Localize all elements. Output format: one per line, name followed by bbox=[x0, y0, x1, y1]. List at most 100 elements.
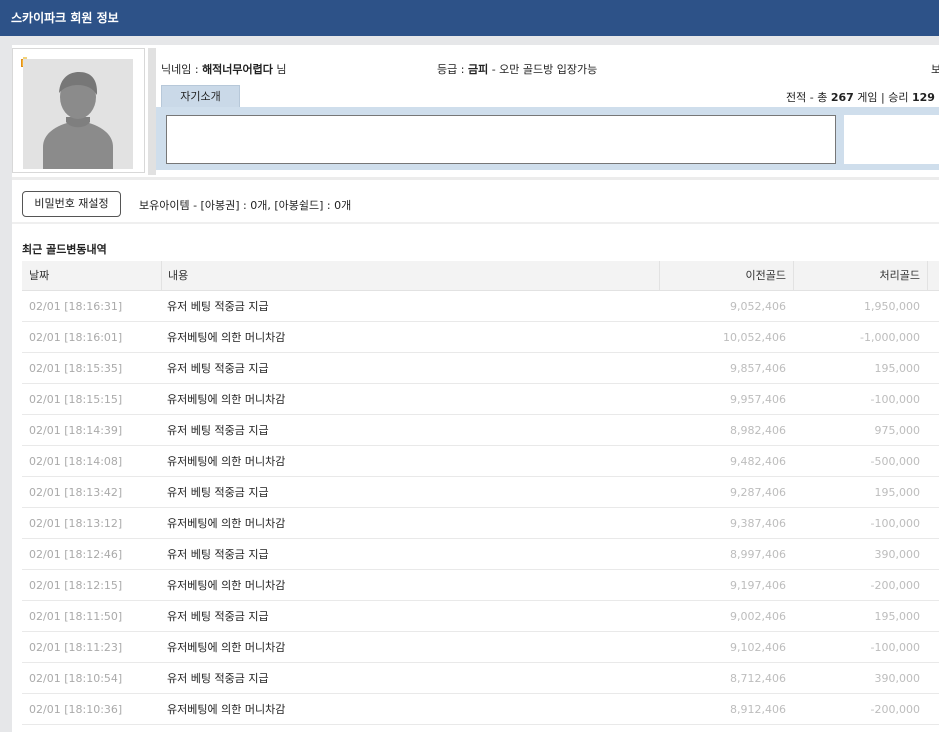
processed-gold-cell: -500,000 bbox=[870, 455, 920, 468]
profile-divider bbox=[12, 177, 939, 180]
gold-history-title: 최근 골드변동내역 bbox=[22, 243, 107, 256]
date-cell: 02/01 [18:11:50] bbox=[29, 610, 123, 623]
previous-gold-cell: 9,052,406 bbox=[730, 300, 786, 313]
processed-gold-cell: 195,000 bbox=[874, 486, 921, 499]
content-cell: 유저 베팅 적중금 지급 bbox=[167, 300, 269, 313]
date-cell: 02/01 [18:11:23] bbox=[29, 641, 123, 654]
date-cell: 02/01 [18:15:35] bbox=[29, 362, 123, 375]
date-cell: 02/01 [18:16:31] bbox=[29, 300, 123, 313]
total-games-value: 267 bbox=[830, 91, 854, 104]
table-row: 02/01 [18:15:35] 유저 베팅 적중금 지급 9,857,406 … bbox=[22, 353, 939, 384]
avatar bbox=[23, 59, 133, 169]
previous-gold-cell: 9,482,406 bbox=[730, 455, 786, 468]
processed-gold-cell: 975,000 bbox=[874, 424, 921, 437]
grade-description: - 오만 골드방 입장가능 bbox=[488, 63, 598, 76]
table-row: 02/01 [18:11:50] 유저 베팅 적중금 지급 9,002,406 … bbox=[22, 601, 939, 632]
date-cell: 02/01 [18:15:15] bbox=[29, 393, 123, 406]
table-row: 02/01 [18:11:23] 유저베팅에 의한 머니차감 9,102,406… bbox=[22, 632, 939, 663]
record-prefix: 전적 - 총 bbox=[786, 91, 831, 104]
column-header-content: 내용 bbox=[161, 261, 659, 291]
content-cell: 유저베팅에 의한 머니차감 bbox=[167, 579, 286, 592]
top-header-bar: 스카이파크 회원 정보 bbox=[0, 0, 939, 36]
record-middle: 게임 | 승리 bbox=[853, 91, 912, 104]
processed-gold-cell: -100,000 bbox=[870, 393, 920, 406]
wins-value: 129 bbox=[911, 91, 935, 104]
date-cell: 02/01 [18:14:08] bbox=[29, 455, 123, 468]
previous-gold-cell: 9,957,406 bbox=[730, 393, 786, 406]
previous-gold-cell: 8,997,406 bbox=[730, 548, 786, 561]
date-cell: 02/01 [18:13:42] bbox=[29, 486, 123, 499]
table-header-row: 날짜 내용 이전골드 처리골드 bbox=[22, 261, 939, 291]
processed-gold-cell: -200,000 bbox=[870, 579, 920, 592]
date-cell: 02/01 [18:12:46] bbox=[29, 548, 123, 561]
nickname-suffix: 님 bbox=[272, 63, 287, 76]
truncated-right-label: 보 bbox=[931, 63, 939, 76]
processed-gold-cell: 390,000 bbox=[874, 548, 921, 561]
previous-gold-cell: 8,982,406 bbox=[730, 424, 786, 437]
content-cell: 유저 베팅 적중금 지급 bbox=[167, 362, 269, 375]
table-row: 02/01 [18:10:36] 유저베팅에 의한 머니차감 8,912,406… bbox=[22, 694, 939, 725]
profile-tab-row: 자기소개 전적 - 총 267 게임 | 승리 129 bbox=[161, 85, 939, 108]
default-user-avatar-icon bbox=[23, 59, 133, 169]
table-row: 02/01 [18:12:46] 유저 베팅 적중금 지급 8,997,406 … bbox=[22, 539, 939, 570]
column-header-previous-gold: 이전골드 bbox=[659, 261, 793, 291]
date-cell: 02/01 [18:10:36] bbox=[29, 703, 123, 716]
page-title: 스카이파크 회원 정보 bbox=[11, 11, 119, 25]
table-row: 02/01 [18:15:15] 유저베팅에 의한 머니차감 9,957,406… bbox=[22, 384, 939, 415]
column-header-date: 날짜 bbox=[29, 269, 50, 282]
tab-self-introduction[interactable]: 자기소개 bbox=[161, 85, 240, 108]
content-cell: 유저베팅에 의한 머니차감 bbox=[167, 641, 286, 654]
section-divider bbox=[12, 222, 939, 224]
previous-gold-cell: 9,857,406 bbox=[730, 362, 786, 375]
content-cell: 유저 베팅 적중금 지급 bbox=[167, 424, 269, 437]
avatar-card bbox=[12, 48, 145, 173]
processed-gold-cell: -1,000,000 bbox=[860, 331, 920, 344]
date-cell: 02/01 [18:12:15] bbox=[29, 579, 123, 592]
nickname-text: 닉네임 : 해적너무어렵다 님 bbox=[161, 61, 287, 77]
nickname-value: 해적너무어렵다 bbox=[202, 63, 273, 76]
profile-details: 닉네임 : 해적너무어렵다 님 등급 : 금피 - 오만 골드방 입장가능 보 … bbox=[148, 48, 939, 175]
processed-gold-cell: 390,000 bbox=[874, 672, 921, 685]
content-cell: 유저베팅에 의한 머니차감 bbox=[167, 393, 286, 406]
table-row: 02/01 [18:14:08] 유저베팅에 의한 머니차감 9,482,406… bbox=[22, 446, 939, 477]
previous-gold-cell: 8,912,406 bbox=[730, 703, 786, 716]
previous-gold-cell: 9,102,406 bbox=[730, 641, 786, 654]
previous-gold-cell: 9,387,406 bbox=[730, 517, 786, 530]
account-action-row: 비밀번호 재설정 보유아이템 - [아봉권] : 0개, [아봉쉴드] : 0개 bbox=[12, 188, 939, 222]
content-cell: 유저 베팅 적중금 지급 bbox=[167, 548, 269, 561]
content-cell: 유저 베팅 적중금 지급 bbox=[167, 610, 269, 623]
content-cell: 유저베팅에 의한 머니차감 bbox=[167, 331, 286, 344]
owned-items-text: 보유아이템 - [아봉권] : 0개, [아봉쉴드] : 0개 bbox=[139, 199, 352, 212]
processed-gold-cell: 1,950,000 bbox=[864, 300, 920, 313]
content-cell: 유저베팅에 의한 머니차감 bbox=[167, 455, 286, 468]
table-row: 02/01 [18:13:12] 유저베팅에 의한 머니차감 9,387,406… bbox=[22, 508, 939, 539]
processed-gold-cell: 195,000 bbox=[874, 362, 921, 375]
game-record-summary: 전적 - 총 267 게임 | 승리 129 bbox=[786, 89, 935, 105]
profile-left-separator bbox=[148, 48, 156, 175]
previous-gold-cell: 9,287,406 bbox=[730, 486, 786, 499]
self-introduction-panel bbox=[156, 107, 939, 170]
column-header-processed-gold: 처리골드 bbox=[793, 261, 927, 291]
column-header-extra bbox=[927, 261, 939, 291]
content-cell: 유저베팅에 의한 머니차감 bbox=[167, 517, 286, 530]
nickname-label: 닉네임 : bbox=[161, 63, 203, 76]
grade-text: 등급 : 금피 - 오만 골드방 입장가능 bbox=[437, 61, 597, 77]
table-row: 02/01 [18:10:54] 유저 베팅 적중금 지급 8,712,406 … bbox=[22, 663, 939, 694]
content-cell: 유저 베팅 적중금 지급 bbox=[167, 486, 269, 499]
date-cell: 02/01 [18:13:12] bbox=[29, 517, 123, 530]
previous-gold-cell: 8,712,406 bbox=[730, 672, 786, 685]
profile-info-row: 닉네임 : 해적너무어렵다 님 등급 : 금피 - 오만 골드방 입장가능 보 bbox=[161, 58, 939, 80]
previous-gold-cell: 9,002,406 bbox=[730, 610, 786, 623]
grade-label: 등급 : bbox=[437, 63, 468, 76]
date-cell: 02/01 [18:10:54] bbox=[29, 672, 123, 685]
content-cell: 유저 베팅 적중금 지급 bbox=[167, 672, 269, 685]
processed-gold-cell: -100,000 bbox=[870, 517, 920, 530]
processed-gold-cell: -200,000 bbox=[870, 703, 920, 716]
self-introduction-textbox[interactable] bbox=[166, 115, 836, 164]
processed-gold-cell: -100,000 bbox=[870, 641, 920, 654]
table-row: 02/01 [18:16:31] 유저 베팅 적중금 지급 9,052,406 … bbox=[22, 291, 939, 322]
table-row: 02/01 [18:16:01] 유저베팅에 의한 머니차감 10,052,40… bbox=[22, 322, 939, 353]
reset-password-button[interactable]: 비밀번호 재설정 bbox=[22, 191, 121, 217]
table-row: 02/01 [18:12:15] 유저베팅에 의한 머니차감 9,197,406… bbox=[22, 570, 939, 601]
self-introduction-side-box bbox=[844, 115, 939, 164]
